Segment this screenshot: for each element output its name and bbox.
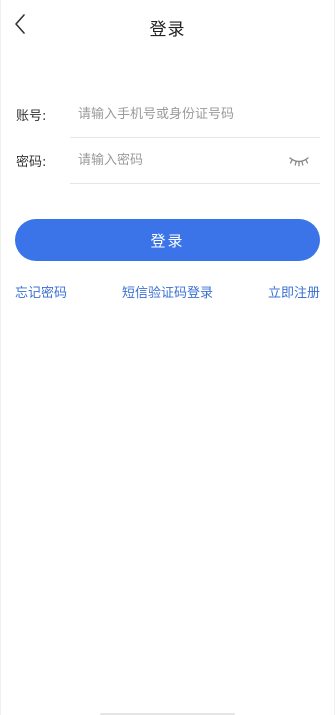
- sms-login-link[interactable]: 短信验证码登录: [122, 282, 213, 301]
- password-label: 密码:: [16, 155, 47, 170]
- login-form: 账号: 密码:: [0, 92, 335, 184]
- account-input[interactable]: [70, 92, 320, 137]
- page-title: 登录: [149, 20, 186, 40]
- password-input[interactable]: [70, 138, 320, 183]
- nav-header: 登录: [0, 0, 335, 52]
- password-row: 密码:: [0, 138, 335, 184]
- account-label: 账号:: [16, 109, 47, 124]
- auth-links: 忘记密码 短信验证码登录 立即注册: [15, 282, 320, 302]
- forgot-password-link[interactable]: 忘记密码: [15, 282, 67, 301]
- eye-closed-icon[interactable]: [288, 153, 310, 169]
- password-field-wrap: [70, 138, 320, 184]
- login-screen: 登录 账号: 密码: 登录 忘记密: [0, 0, 335, 715]
- register-link[interactable]: 立即注册: [268, 282, 320, 301]
- account-field-wrap: [70, 92, 320, 138]
- login-button[interactable]: 登录: [15, 219, 320, 261]
- account-row: 账号:: [0, 92, 335, 138]
